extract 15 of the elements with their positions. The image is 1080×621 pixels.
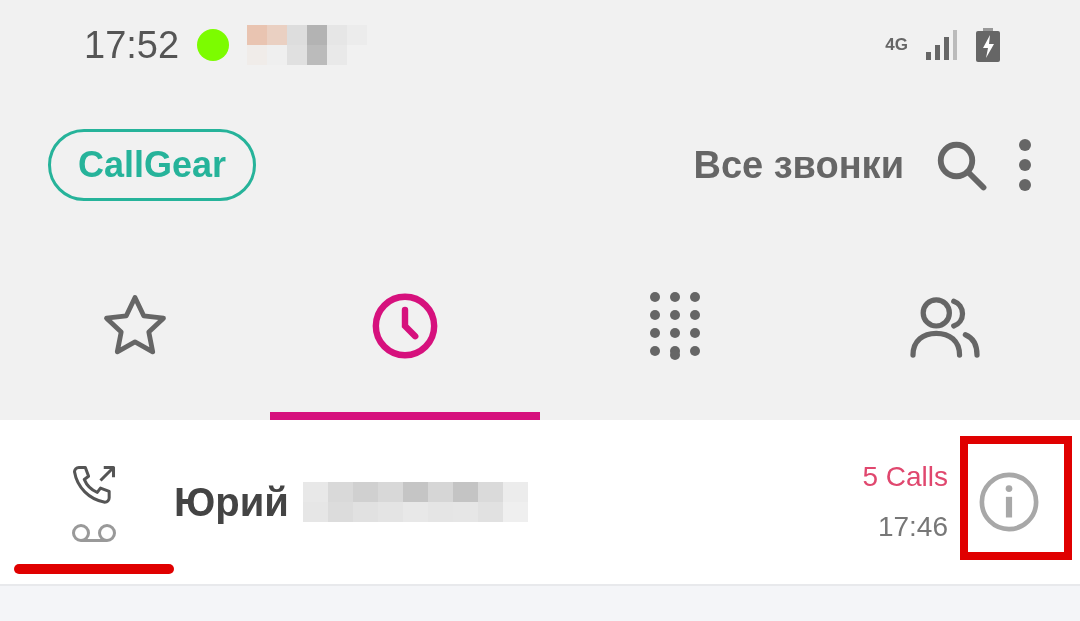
clock-icon	[370, 291, 440, 361]
more-menu-icon[interactable]	[1018, 138, 1032, 192]
dialpad-icon	[649, 291, 701, 361]
info-icon[interactable]	[978, 471, 1040, 533]
battery-charging-icon	[976, 28, 1000, 62]
call-time: 17:46	[877, 511, 948, 543]
contacts-icon	[907, 294, 983, 358]
call-row[interactable]: Юрий 5 Calls 17:46	[0, 420, 1080, 586]
contact-name: Юрий	[174, 479, 289, 525]
call-filter[interactable]: Все звонки	[693, 143, 904, 187]
status-time: 17:52	[84, 23, 180, 67]
notification-dot	[197, 29, 230, 61]
network-type: 4G	[885, 35, 908, 55]
signal-icon	[926, 30, 958, 60]
call-count: 5 Calls	[862, 461, 948, 493]
